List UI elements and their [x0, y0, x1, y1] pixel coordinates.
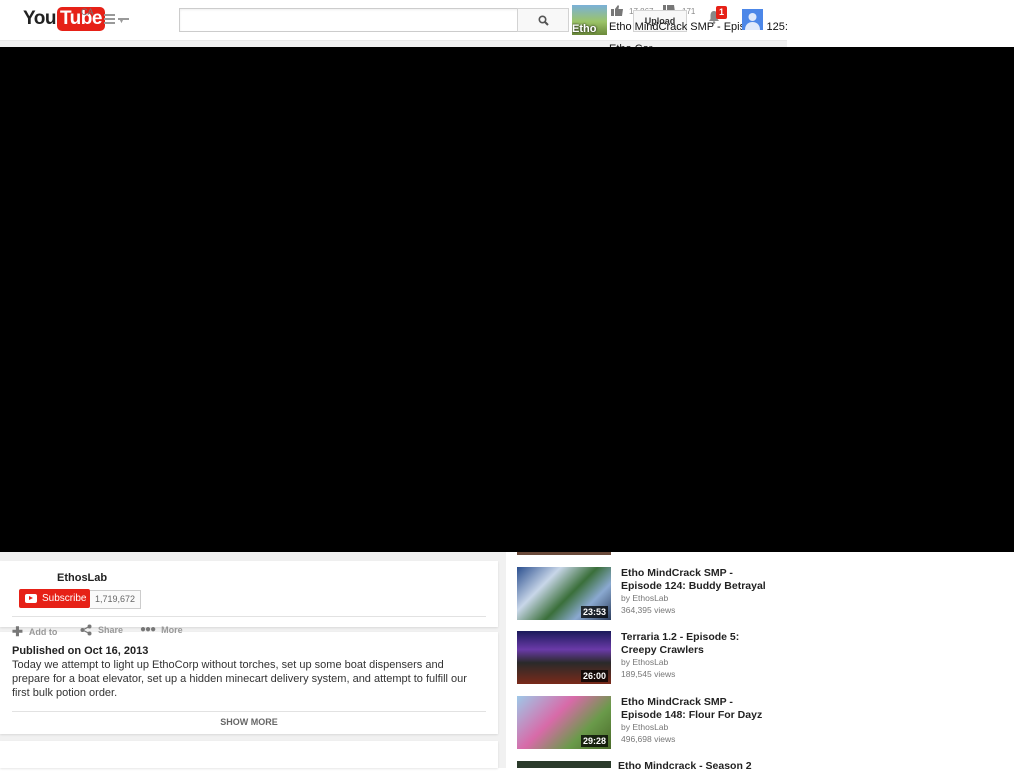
video-thumbnail: Etho [572, 5, 607, 35]
related-item[interactable]: 26:00 Terraria 1.2 - Episode 5: Creepy C… [517, 631, 782, 685]
published-date: Published on Oct 16, 2013 [12, 645, 149, 657]
plus-icon: ✚ [12, 624, 23, 639]
related-thumbnail[interactable]: 23:53 [517, 567, 611, 620]
channel-owner-card: EthosLab Subscribe 1,719,672 [0, 561, 498, 627]
video-duration: 23:53 [580, 606, 608, 618]
more-label: More [161, 624, 183, 635]
share-icon [80, 624, 92, 636]
subscribe-button[interactable]: Subscribe [19, 589, 90, 608]
country-code: CA [81, 7, 94, 17]
description-card: Published on Oct 16, 2013 Today we attem… [0, 632, 498, 734]
add-to-button[interactable]: ✚ Add to [12, 624, 57, 640]
channel-name[interactable]: EthosLab [57, 572, 107, 584]
youtube-play-icon [25, 594, 37, 603]
related-views: 496,698 views [621, 734, 676, 744]
action-bar: ✚ Add to Share ●●● More [12, 624, 492, 640]
hamburger-icon-line [104, 22, 115, 24]
like-icon[interactable] [610, 4, 624, 17]
related-item[interactable]: 29:28 Etho MindCrack SMP - Episode 148: … [517, 696, 782, 750]
video-duration: 29:28 [580, 735, 608, 747]
hamburger-icon-line [104, 18, 115, 20]
video-duration: 26:00 [580, 670, 608, 682]
subscribe-label: Subscribe [42, 593, 87, 604]
more-button[interactable]: ●●● More [140, 624, 183, 635]
related-title[interactable]: Etho MindCrack SMP - Episode 124: Buddy … [621, 567, 771, 593]
divider [12, 711, 486, 712]
related-channel: by EthosLab [621, 657, 669, 667]
related-title-partial[interactable]: Etho Mindcrack - Season 2 [618, 760, 752, 772]
search-input[interactable] [179, 8, 522, 32]
notification-badge[interactable]: 1 [716, 6, 728, 19]
related-channel: by EthosLab [621, 593, 669, 603]
more-icon: ●●● [140, 624, 156, 635]
avatar[interactable] [742, 9, 763, 30]
video-player[interactable] [0, 47, 1014, 552]
related-channel: by EthosLab [621, 722, 669, 732]
share-button[interactable]: Share [80, 624, 123, 636]
description-text: Today we attempt to light up EthoCorp wi… [12, 659, 467, 699]
subscriber-count: 1,719,672 [90, 590, 142, 609]
guide-menu-button[interactable]: ▼ [104, 14, 129, 26]
logo-you: You [23, 8, 56, 29]
show-more-button[interactable]: SHOW MORE [0, 717, 498, 727]
divider [12, 616, 486, 617]
chevron-down-icon: ▼ [118, 18, 129, 25]
add-to-label: Add to [28, 627, 58, 637]
related-thumbnail-partial[interactable] [517, 761, 611, 768]
related-title[interactable]: Etho MindCrack SMP - Episode 148: Flour … [621, 696, 771, 722]
related-views: 364,395 views [621, 605, 676, 615]
comments-card [0, 741, 498, 768]
related-title[interactable]: Terraria 1.2 - Episode 5: Creepy Crawler… [621, 631, 771, 657]
hamburger-icon [104, 14, 115, 16]
related-thumbnail[interactable]: 26:00 [517, 631, 611, 684]
related-views: 189,545 views [621, 669, 676, 679]
search-icon [537, 14, 549, 26]
share-label: Share [98, 625, 124, 635]
user-icon [745, 13, 760, 30]
related-item[interactable]: 23:53 Etho MindCrack SMP - Episode 124: … [517, 567, 782, 621]
related-thumbnail[interactable]: 29:28 [517, 696, 611, 749]
search-button[interactable] [517, 8, 569, 32]
thumbnail-text: Etho [572, 23, 597, 35]
related-thumbnail-partial[interactable] [517, 552, 611, 555]
